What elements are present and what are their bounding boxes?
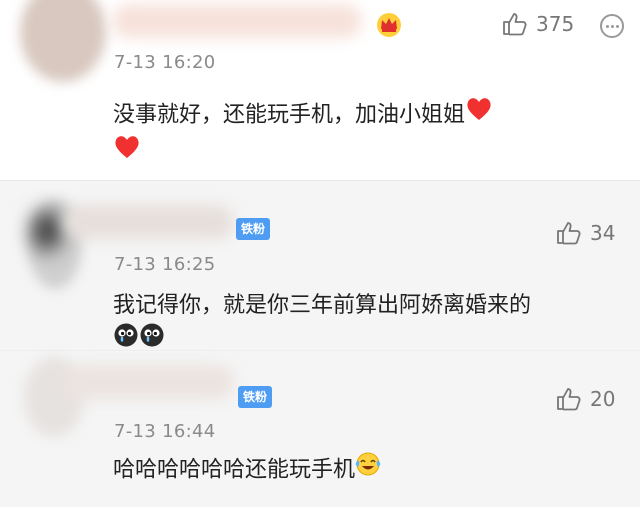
comment-text-line-2 — [113, 134, 141, 173]
more-icon — [606, 24, 609, 28]
like-count: 34 — [590, 221, 616, 245]
comment-time: 7-13 16:44 — [114, 421, 216, 442]
like-icon — [556, 220, 582, 246]
red-heart-icon — [465, 96, 493, 135]
crown-icon — [376, 12, 402, 42]
red-heart-icon — [113, 134, 141, 173]
laughing-tears-icon — [355, 451, 381, 490]
crying-face-icon — [114, 323, 138, 351]
like-button[interactable]: 20 — [556, 386, 615, 412]
fan-badge: 铁粉 — [236, 218, 271, 240]
crying-face-icon — [140, 323, 164, 351]
like-button[interactable]: 34 — [556, 220, 615, 246]
username[interactable] — [112, 4, 362, 38]
like-count: 375 — [536, 12, 575, 36]
username[interactable] — [64, 365, 234, 399]
comment-item[interactable]: 375 7-13 16:20 没事就好，还能玩手机，加油小姐姐 — [0, 0, 640, 180]
like-count: 20 — [590, 387, 616, 411]
username[interactable] — [64, 205, 234, 239]
comment-emoji-row — [114, 323, 164, 351]
more-button[interactable] — [600, 14, 624, 38]
like-button[interactable]: 375 — [502, 11, 574, 37]
comment-text: 没事就好，还能玩手机，加油小姐姐 — [113, 96, 493, 135]
comment-item[interactable]: 铁粉 20 7-13 16:44 哈哈哈哈哈哈还能玩手机 — [0, 350, 640, 507]
comment-text: 哈哈哈哈哈哈还能玩手机 — [113, 451, 381, 490]
avatar[interactable] — [20, 0, 106, 82]
comment-item[interactable]: 铁粉 34 7-13 16:25 我记得你，就是你三年前算出阿娇离婚来的 — [0, 181, 640, 350]
like-icon — [556, 386, 582, 412]
comment-text: 我记得你，就是你三年前算出阿娇离婚来的 — [113, 293, 532, 318]
comment-time: 7-13 16:20 — [114, 52, 216, 73]
like-icon — [502, 11, 528, 37]
comment-time: 7-13 16:25 — [114, 254, 216, 275]
fan-badge: 铁粉 — [238, 386, 273, 408]
